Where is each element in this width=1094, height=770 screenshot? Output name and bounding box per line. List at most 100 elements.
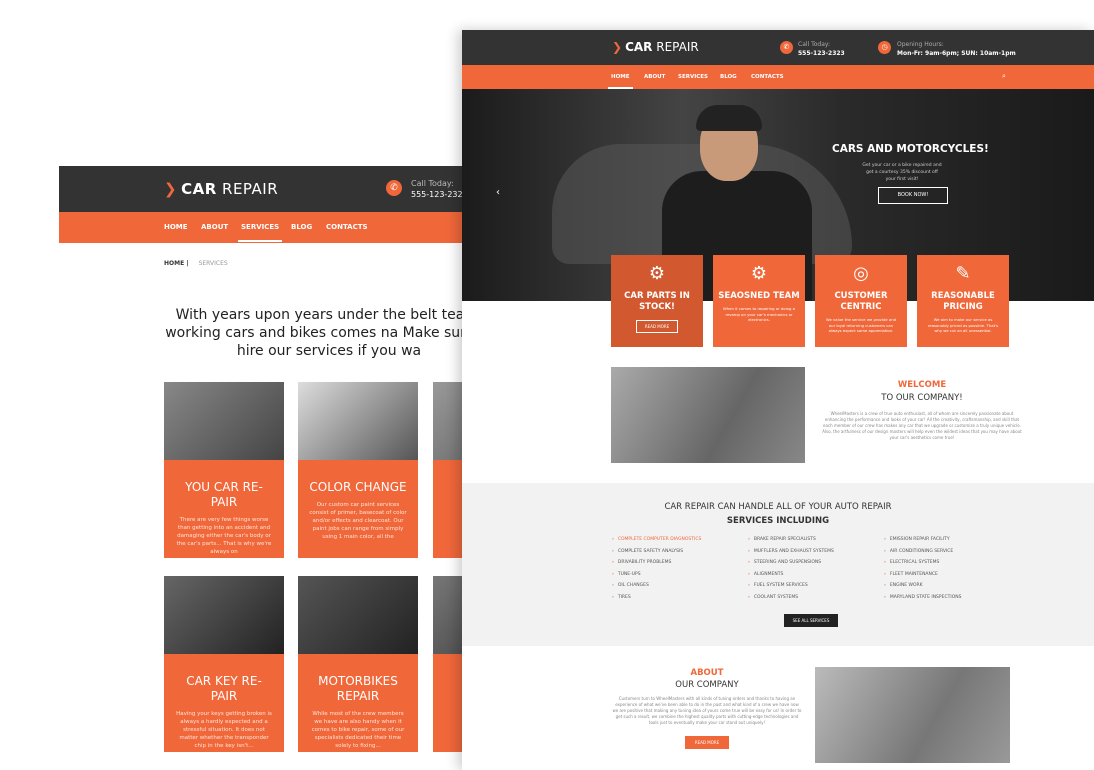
nav-about[interactable]: ABOUT bbox=[644, 74, 665, 80]
card-text: While most of the crew members we have a… bbox=[311, 711, 405, 749]
intro-text: With years upon years under the belt tea… bbox=[165, 307, 479, 359]
about-subtitle: OUR COMPANY bbox=[675, 680, 739, 690]
service-photo bbox=[164, 576, 284, 654]
welcome-text: WheelMasters is a crew of true auto enth… bbox=[822, 411, 1022, 440]
nav-blog[interactable]: BLOG bbox=[291, 223, 312, 231]
clock-icon: ◷ bbox=[878, 41, 891, 54]
card-title: COLOR CHANGE bbox=[309, 480, 407, 494]
hours-value: Mon-Fr: 9am-6pm; SUN: 10am-1pm bbox=[897, 50, 1016, 57]
call-number: 555-123-2323 bbox=[411, 190, 468, 199]
about-read-more-button[interactable]: READ MORE bbox=[684, 736, 730, 749]
logo[interactable]: ❯ CAR REPAIR bbox=[164, 180, 278, 198]
nav-services[interactable]: SERVICES bbox=[678, 74, 708, 80]
feature-text: When it comes to repairing or doing a re… bbox=[723, 306, 795, 322]
service-card[interactable]: CAR KEY RE-PAIR Having your keys getting … bbox=[164, 576, 284, 752]
phone-icon: ✆ bbox=[386, 180, 402, 196]
service-item[interactable]: COMPLETE COMPUTER DIAGNOSTICS bbox=[612, 534, 702, 546]
header: ❯ CAR REPAIR ✆ Call Today: 555-123-2323 bbox=[59, 166, 479, 212]
service-item[interactable]: COMPLETE SAFETY ANALYSIS bbox=[612, 546, 701, 558]
service-item[interactable]: DRIVABILITY PROBLEMS bbox=[612, 557, 701, 569]
nav-contacts[interactable]: CONTACTS bbox=[326, 223, 368, 231]
card-title: MOTORBIKES REPAIR bbox=[318, 674, 398, 703]
nav-about[interactable]: ABOUT bbox=[201, 223, 228, 231]
services-subtitle: SERVICES INCLUDING bbox=[726, 516, 830, 526]
call-info: Call Today: 555-123-2323 bbox=[411, 178, 468, 200]
home-page-preview: ❯ CAR REPAIR ✆ Call Today: 555-123-2323 ◷ … bbox=[462, 30, 1094, 770]
service-item[interactable]: FLEET MAINTENANCE bbox=[884, 569, 961, 581]
nav-bar: HOME ABOUT SERVICES BLOG CONTACTS bbox=[59, 212, 479, 243]
breadcrumb-current: SERVICES bbox=[198, 260, 228, 267]
service-item[interactable]: ALIGNMENTS bbox=[748, 569, 834, 581]
service-item[interactable]: BRAKE REPAIR SPECIALISTS bbox=[748, 534, 834, 546]
service-card[interactable]: YOU CAR RE-PAIR There are very few things… bbox=[164, 382, 284, 558]
chevron-logo-icon: ❯ bbox=[612, 40, 623, 54]
header: ❯ CAR REPAIR ✆ Call Today: 555-123-2323 ◷ … bbox=[462, 30, 1094, 65]
breadcrumb-home[interactable]: HOME bbox=[164, 260, 184, 267]
nav-blog[interactable]: BLOG bbox=[720, 74, 737, 80]
about-title: ABOUT bbox=[690, 668, 724, 678]
nav-home[interactable]: HOME bbox=[164, 223, 188, 231]
logo-car: CAR bbox=[625, 40, 653, 54]
nav-services[interactable]: SERVICES bbox=[238, 223, 283, 242]
hero-subtitle: Get your car or a bike repaired and get … bbox=[862, 163, 942, 182]
feature-card: ⚙ CAR PARTS IN STOCK! READ MORE bbox=[611, 255, 703, 347]
book-now-button[interactable]: BOOK NOW! bbox=[878, 187, 948, 204]
about-section: ABOUT OUR COMPANY Customers turn to Whee… bbox=[612, 668, 802, 749]
feature-card: ⚙ SEAOSNED TEAM When it comes to repairing… bbox=[713, 255, 805, 347]
see-all-services-button[interactable]: SEE ALL SERVICES bbox=[784, 614, 838, 627]
nav-bar: HOME ABOUT SERVICES BLOG CONTACTS ⌕ bbox=[462, 65, 1094, 89]
service-item[interactable]: EMISSION REPAIR FACILITY bbox=[884, 534, 961, 546]
phone-icon: ✆ bbox=[780, 41, 793, 54]
services-section: CAR REPAIR CAN HANDLE ALL OF YOUR AUTO R… bbox=[462, 483, 1094, 646]
breadcrumb: HOME | SERVICES bbox=[164, 260, 228, 267]
service-item[interactable]: AIR CONDITIONING SERVICE bbox=[884, 546, 961, 558]
service-photo bbox=[298, 382, 418, 460]
service-item[interactable]: MUFFLERS AND EXHAUST SYSTEMS bbox=[748, 546, 834, 558]
service-item[interactable]: OIL CHANGES bbox=[612, 580, 701, 592]
feature-title: REASONABLE PRICING bbox=[931, 291, 995, 312]
nav-home[interactable]: HOME bbox=[608, 74, 633, 89]
piston-icon: ⚙ bbox=[648, 263, 666, 284]
call-label: Call Today: bbox=[411, 179, 454, 188]
feature-card: ✎ REASONABLE PRICING We aim to make our se… bbox=[917, 255, 1009, 347]
service-card[interactable]: MOTORBIKES REPAIR While most of the crew … bbox=[298, 576, 418, 752]
spray-gun-icon: ✎ bbox=[955, 263, 971, 284]
service-photo bbox=[164, 382, 284, 460]
read-more-button[interactable]: READ MORE bbox=[635, 320, 679, 333]
slider-prev-icon[interactable]: ‹ bbox=[496, 187, 500, 198]
hours-info: Opening Hours: Mon-Fr: 9am-6pm; SUN: 10am… bbox=[897, 40, 1016, 58]
service-card[interactable]: COLOR CHANGE Our custom car paint service… bbox=[298, 382, 418, 558]
hours-label: Opening Hours: bbox=[897, 41, 944, 48]
services-page-preview: ❯ CAR REPAIR ✆ Call Today: 555-123-2323 HO… bbox=[59, 166, 479, 770]
about-text: Customers turn to WheelMasters with all … bbox=[612, 696, 802, 725]
service-item[interactable]: COOLANT SYSTEMS bbox=[748, 592, 834, 604]
logo[interactable]: ❯ CAR REPAIR bbox=[612, 40, 699, 54]
nav-contacts[interactable]: CONTACTS bbox=[751, 74, 784, 80]
logo-repair: REPAIR bbox=[222, 180, 279, 198]
feature-text: We aim to make our service as reasonably… bbox=[927, 317, 999, 333]
brake-disc-icon: ◎ bbox=[853, 263, 869, 284]
card-text: There are very few things worse than get… bbox=[176, 517, 272, 555]
logo-car: CAR bbox=[181, 180, 217, 198]
service-item[interactable]: TIRES bbox=[612, 592, 701, 604]
services-title: CAR REPAIR CAN HANDLE ALL OF YOUR AUTO R… bbox=[664, 502, 892, 512]
hero-title: CARS AND MOTORCYCLES! bbox=[832, 143, 989, 155]
service-item[interactable]: TUNE-UPS bbox=[612, 569, 701, 581]
search-icon[interactable]: ⌕ bbox=[1002, 72, 1006, 81]
service-item[interactable]: ENGINE WORK bbox=[884, 580, 961, 592]
welcome-photo bbox=[611, 367, 805, 463]
welcome-subtitle: TO OUR COMPANY! bbox=[881, 393, 963, 403]
services-list-1: COMPLETE COMPUTER DIAGNOSTICS COMPLETE S… bbox=[612, 534, 702, 604]
call-info: Call Today: 555-123-2323 bbox=[798, 40, 845, 58]
card-title: YOU CAR RE-PAIR bbox=[185, 480, 263, 509]
about-photo bbox=[815, 667, 1010, 763]
services-list-3: EMISSION REPAIR FACILITY AIR CONDITIONIN… bbox=[884, 534, 962, 604]
service-item[interactable]: FUEL SYSTEM SERVICES bbox=[748, 580, 834, 592]
service-item[interactable]: ELECTRICAL SYSTEMS bbox=[884, 557, 961, 569]
call-label: Call Today: bbox=[798, 41, 831, 48]
service-item[interactable]: MARYLAND STATE INSPECTIONS bbox=[884, 592, 962, 604]
service-photo bbox=[298, 576, 418, 654]
feature-title: SEAOSNED TEAM bbox=[718, 291, 800, 301]
card-text: Having your keys getting broken is alway… bbox=[176, 711, 272, 749]
service-item[interactable]: STEERING AND SUSPENSIONS bbox=[748, 557, 834, 569]
